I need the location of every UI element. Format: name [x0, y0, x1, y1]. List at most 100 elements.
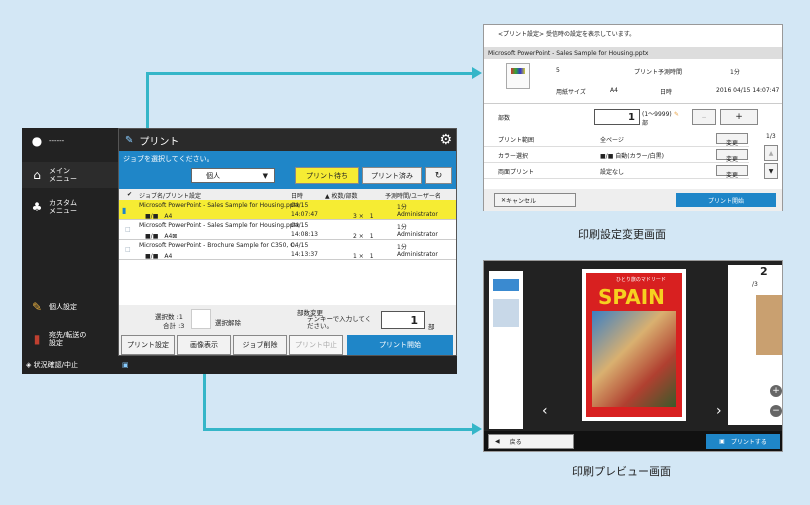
custom-menu-icon: ♣ — [31, 200, 43, 214]
tab-print-waiting[interactable]: プリント待ち — [295, 167, 359, 184]
copies-input[interactable]: 1 — [594, 109, 640, 125]
setting-row-range[interactable]: プリント範囲 全ページ 変更 — [484, 131, 749, 147]
wrench-icon: ✎ — [674, 111, 680, 118]
user-icon: ● — [31, 134, 43, 148]
plus-button[interactable]: + — [720, 109, 758, 125]
page-number: 2 — [760, 265, 768, 278]
home-icon: ⌂ — [33, 168, 41, 182]
thumbnail-image — [511, 68, 525, 74]
personal-settings-icon: ✎ — [31, 300, 43, 314]
prev-page-button[interactable]: ‹ — [542, 403, 548, 419]
thumbnail-image — [493, 279, 519, 291]
delete-job-button[interactable]: ジョブ削除 — [233, 335, 287, 355]
select-all-check[interactable]: ✔ — [127, 191, 132, 198]
selection-box — [191, 309, 211, 329]
arrow-right-icon — [472, 67, 482, 79]
file-name-bar: Microsoft PowerPoint - Sales Sample for … — [484, 47, 782, 59]
custom-menu-button[interactable]: ♣ カスタム メニュー — [22, 194, 118, 220]
col-time-user[interactable]: 予測時間/ユーザー名 — [385, 191, 441, 200]
change-button[interactable]: 変更 — [716, 165, 748, 179]
job-icon: ▣ — [122, 361, 129, 369]
chevron-down-icon: ▼ — [262, 171, 268, 180]
back-button[interactable]: ◀ 戻る — [488, 434, 574, 449]
stop-print-button[interactable]: プリント中止 — [289, 335, 343, 355]
selected-icon: ▮ — [122, 206, 127, 215]
setting-row-color[interactable]: カラー選択 ■/■ 自動(カラー/白黒) 変更 — [484, 147, 749, 163]
col-copies[interactable]: ▲ 枚数/部数 — [325, 191, 358, 200]
zoom-out-icon[interactable]: − — [770, 405, 782, 417]
photo-image — [592, 311, 676, 407]
left-thumbnail — [489, 271, 523, 429]
total-count: 合計 :3 — [163, 322, 185, 330]
copies-input[interactable]: 1 — [381, 311, 425, 329]
connector-line — [203, 428, 474, 431]
print-job-panel: ✎ プリント ⚙ ジョブを選択してください。 個人 ▼ プリント待ち プリント済… — [118, 128, 457, 356]
scroll-down-button[interactable]: ▼ — [764, 163, 778, 179]
book-cover: ひとり旅のマドリード SPAIN — [586, 273, 682, 417]
page-count: 5 — [556, 67, 560, 74]
status-icon: ◈ — [26, 361, 34, 369]
table-row[interactable]: □ Microsoft PowerPoint - Brochure Sample… — [119, 240, 456, 260]
table-row[interactable]: ▮ Microsoft PowerPoint - Sales Sample fo… — [119, 200, 456, 220]
cancel-button[interactable]: ✕ キャンセル — [494, 193, 576, 207]
page-title: プリント — [139, 136, 180, 148]
change-button[interactable]: 変更 — [716, 149, 748, 163]
tab-print-done[interactable]: プリント済み — [362, 167, 422, 184]
change-button[interactable]: 変更 — [716, 133, 748, 147]
start-print-button[interactable]: プリント開始 — [347, 335, 453, 355]
back-arrow-icon: ◀ — [495, 438, 500, 445]
print-settings-button[interactable]: プリント設定 — [121, 335, 175, 355]
status-check-button[interactable]: ◈ 状況確認/中止 — [22, 360, 118, 370]
user-item[interactable]: ● ------ — [22, 134, 118, 148]
print-preview-screen: ひとり旅のマドリード SPAIN 2 /3 + − ‹ › ◀ 戻る ▣ プリントす… — [483, 260, 783, 452]
prompt-text: ジョブを選択してください。 — [123, 155, 214, 163]
gear-icon[interactable]: ⚙ — [439, 132, 452, 148]
connector-line — [146, 72, 474, 75]
right-thumbnail: 2 /3 — [728, 265, 782, 425]
table-header: ✔ ジョブ名/プリント設定 日時 ▲ 枚数/部数 予測時間/ユーザー名 — [119, 189, 456, 200]
thumbnail — [506, 63, 530, 89]
settings-note: <プリント設定> 受信時の設定を表示しています。 — [498, 31, 636, 38]
title-bar: ✎ プリント ⚙ — [119, 129, 456, 151]
minus-button[interactable]: − — [692, 109, 716, 125]
page-indicator: 1/3 — [766, 133, 776, 140]
personal-settings-button[interactable]: ✎ 個人設定 — [22, 298, 118, 316]
footer-panel: 選択数 :1 合計 :3 選択解除 部数変更 テンキーで入力してく ださい。 1… — [119, 305, 456, 355]
main-menu-button[interactable]: ⌂ メイン メニュー — [22, 162, 118, 188]
side-menu: ● ------ ⌂ メイン メニュー ♣ カスタム メニュー ✎ 個人設定 ▮ 宛先/転… — [22, 128, 118, 374]
preview-caption: 印刷プレビュー画面 — [572, 465, 671, 478]
book-title: SPAIN — [598, 285, 665, 309]
filter-select[interactable]: 個人 ▼ — [191, 168, 275, 183]
book-icon: ▮ — [33, 332, 41, 346]
scroll-up-button[interactable]: ▲ — [764, 145, 778, 161]
setting-row-duplex[interactable]: 両面プリント 設定なし 変更 — [484, 163, 749, 179]
selection-bar: ジョブを選択してください。 個人 ▼ プリント待ち プリント済み ↻ — [119, 151, 456, 189]
start-print-button[interactable]: プリント開始 — [676, 193, 776, 207]
page-total: /3 — [752, 281, 758, 288]
refresh-icon: ↻ — [434, 170, 443, 181]
col-date[interactable]: 日時 — [291, 191, 303, 200]
tenkey-hint: テンキーで入力してく ださい。 — [307, 315, 372, 330]
print-settings-screen: <プリント設定> 受信時の設定を表示しています。 Microsoft Power… — [483, 24, 783, 211]
zoom-in-icon[interactable]: + — [770, 385, 782, 397]
image-preview-button[interactable]: 画像表示 — [177, 335, 231, 355]
copies-unit: 部 — [428, 323, 435, 331]
print-app-icon: ✎ — [125, 134, 134, 146]
thumbnail-image — [493, 299, 519, 327]
settings-caption: 印刷設定変更画面 — [578, 228, 666, 241]
print-button[interactable]: ▣ プリントする — [706, 434, 780, 449]
preview-page: ひとり旅のマドリード SPAIN — [582, 269, 686, 421]
divider — [484, 103, 782, 104]
checkbox[interactable]: □ — [125, 246, 131, 253]
col-name[interactable]: ジョブ名/プリント設定 — [139, 191, 201, 200]
clear-selection-button[interactable]: 選択解除 — [215, 317, 241, 327]
arrow-right-icon — [472, 423, 482, 435]
status-bar: ◈ 状況確認/中止 ▣ — [22, 356, 457, 374]
checkbox[interactable]: □ — [125, 226, 131, 233]
refresh-button[interactable]: ↻ — [425, 167, 452, 184]
thumbnail-image — [756, 295, 782, 355]
destination-settings-button[interactable]: ▮ 宛先/転送の 設定 — [22, 326, 118, 352]
next-page-button[interactable]: › — [716, 403, 722, 419]
print-icon: ▣ — [719, 438, 725, 445]
table-row[interactable]: □ Microsoft PowerPoint - Sales Sample fo… — [119, 220, 456, 240]
